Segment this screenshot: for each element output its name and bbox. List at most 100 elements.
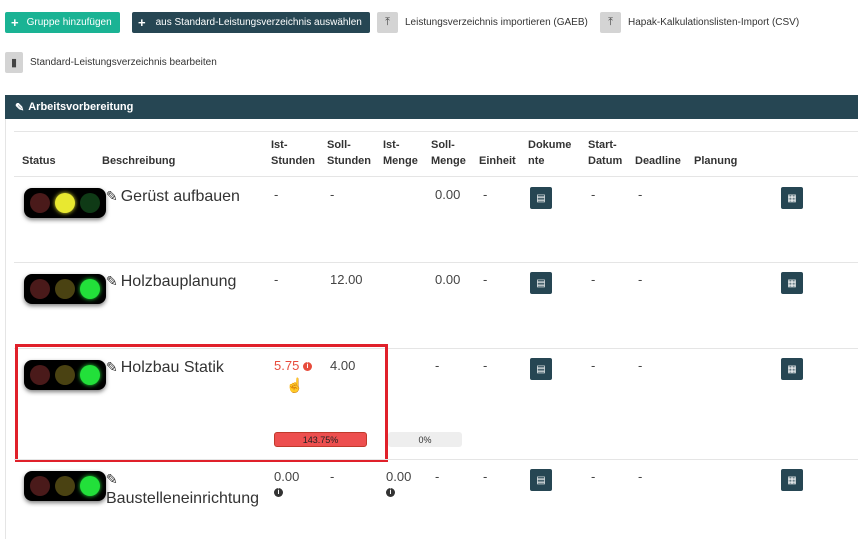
- yellow-lamp: [54, 476, 75, 496]
- ist-stunden-value: 0.00 i: [274, 469, 299, 499]
- ist-menge-number: 0.00: [386, 469, 412, 484]
- select-standard-label: aus Standard-Leistungsverzeichnis auswäh…: [155, 17, 362, 28]
- pencil-icon: ✎: [15, 101, 25, 114]
- calendar-button[interactable]: ▦: [781, 469, 803, 491]
- col-start-line2: Datum: [588, 155, 623, 167]
- upload-icon: ⤒: [600, 12, 621, 33]
- col-ist-stunden-line2: Stunden: [271, 155, 315, 167]
- start-value: -: [591, 272, 596, 287]
- yellow-lamp: [54, 193, 75, 213]
- ist-stunden-value: -: [274, 187, 279, 202]
- divider: [14, 131, 858, 132]
- pencil-icon[interactable]: ✎: [106, 469, 266, 489]
- col-status: Status: [22, 155, 56, 167]
- calendar-button[interactable]: ▦: [781, 187, 803, 209]
- document-button[interactable]: ▤: [530, 187, 552, 209]
- import-csv-label: Hapak-Kalkulationslisten-Import (CSV): [628, 17, 800, 28]
- col-einheit: Einheit: [479, 155, 516, 167]
- document-button[interactable]: ▤: [530, 272, 552, 294]
- task-description[interactable]: ✎ Holzbauplanung: [106, 273, 236, 291]
- calendar-button[interactable]: ▦: [781, 358, 803, 380]
- col-deadline: Deadline: [635, 155, 681, 167]
- start-value: -: [591, 469, 596, 484]
- einheit-value: -: [483, 469, 488, 484]
- clipboard-icon: ▮: [5, 52, 23, 73]
- soll-menge-value: 0.00: [435, 272, 461, 287]
- pencil-icon[interactable]: ✎: [106, 188, 118, 204]
- green-lamp: [79, 193, 100, 213]
- soll-menge-value: -: [435, 469, 440, 484]
- col-ist-menge-line1: Ist-: [383, 139, 400, 151]
- red-lamp: [30, 193, 51, 213]
- calendar-icon: ▦: [787, 474, 797, 486]
- col-dokumente-line2: nte: [528, 155, 545, 167]
- einheit-value: -: [483, 358, 488, 373]
- doc-icon: ▤: [536, 277, 546, 289]
- document-button[interactable]: ▤: [530, 469, 552, 491]
- col-beschreibung: Beschreibung: [102, 155, 176, 167]
- col-ist-menge-line2: Menge: [383, 155, 418, 167]
- status-traffic-light: [24, 274, 106, 304]
- select-standard-button[interactable]: + aus Standard-Leistungsverzeichnis ausw…: [132, 12, 370, 33]
- doc-icon: ▤: [536, 192, 546, 204]
- ist-stunden-number: 0.00: [274, 469, 300, 484]
- deadline-value: -: [638, 358, 643, 373]
- import-csv-button[interactable]: ⤒ Hapak-Kalkulationslisten-Import (CSV): [600, 12, 799, 33]
- task-description[interactable]: ✎ Baustelleneinrichtung: [106, 469, 266, 509]
- doc-icon: ▤: [536, 363, 546, 375]
- status-traffic-light: [24, 188, 106, 218]
- col-soll-menge: Soll- Menge: [431, 137, 466, 169]
- soll-stunden-value: -: [330, 469, 335, 484]
- col-soll-menge-line1: Soll-: [431, 139, 455, 151]
- panel-title: Arbeitsvorbereitung: [28, 101, 134, 113]
- col-ist-stunden-line1: Ist-: [271, 139, 288, 151]
- deadline-value: -: [638, 187, 643, 202]
- col-dokumente: Dokume nte: [528, 137, 571, 169]
- col-soll-stunden-line1: Soll-: [327, 139, 351, 151]
- deadline-value: -: [638, 272, 643, 287]
- row-divider: [14, 459, 858, 460]
- green-lamp: [79, 279, 100, 299]
- ist-menge-value: 0.00 i: [386, 469, 411, 499]
- red-lamp: [30, 279, 51, 299]
- deadline-value: -: [638, 469, 643, 484]
- col-soll-stunden: Soll- Stunden: [327, 137, 371, 169]
- task-description[interactable]: ✎ Gerüst aufbauen: [106, 188, 240, 206]
- ist-stunden-value: -: [274, 272, 279, 287]
- col-start-line1: Start-: [588, 139, 617, 151]
- pencil-icon[interactable]: ✎: [106, 273, 118, 289]
- highlight-box: [15, 344, 388, 462]
- calendar-icon: ▦: [787, 277, 797, 289]
- soll-menge-value: -: [435, 358, 440, 373]
- calendar-icon: ▦: [787, 192, 797, 204]
- row-divider: [14, 176, 858, 177]
- info-icon[interactable]: i: [386, 488, 395, 498]
- panel-header: ✎ Arbeitsvorbereitung: [5, 95, 858, 119]
- add-group-button[interactable]: + Gruppe hinzufügen: [5, 12, 120, 33]
- soll-stunden-value: 12.00: [330, 272, 363, 287]
- einheit-value: -: [483, 187, 488, 202]
- upload-icon: ⤒: [377, 12, 398, 33]
- soll-stunden-value: -: [330, 187, 335, 202]
- plus-icon: +: [138, 15, 146, 30]
- calendar-button[interactable]: ▦: [781, 272, 803, 294]
- col-start: Start- Datum: [588, 137, 622, 169]
- red-lamp: [30, 476, 51, 496]
- col-soll-menge-line2: Menge: [431, 155, 466, 167]
- document-button[interactable]: ▤: [530, 358, 552, 380]
- edit-standard-label: Standard-Leistungsverzeichnis bearbeiten: [30, 57, 217, 68]
- info-icon[interactable]: i: [274, 488, 283, 498]
- edit-standard-button[interactable]: ▮ Standard-Leistungsverzeichnis bearbeit…: [5, 52, 217, 73]
- row-divider: [14, 262, 858, 263]
- task-label: Baustelleneinrichtung: [106, 490, 259, 507]
- green-lamp: [79, 476, 100, 496]
- plus-icon: +: [11, 15, 19, 30]
- doc-icon: ▤: [536, 474, 546, 486]
- import-gaeb-button[interactable]: ⤒ Leistungsverzeichnis importieren (GAEB…: [377, 12, 588, 33]
- col-ist-menge: Ist- Menge: [383, 137, 418, 169]
- col-ist-stunden: Ist- Stunden: [271, 137, 315, 169]
- col-soll-stunden-line2: Stunden: [327, 155, 371, 167]
- quantity-progress-bar: 0%: [388, 432, 462, 447]
- start-value: -: [591, 358, 596, 373]
- import-gaeb-label: Leistungsverzeichnis importieren (GAEB): [405, 17, 588, 28]
